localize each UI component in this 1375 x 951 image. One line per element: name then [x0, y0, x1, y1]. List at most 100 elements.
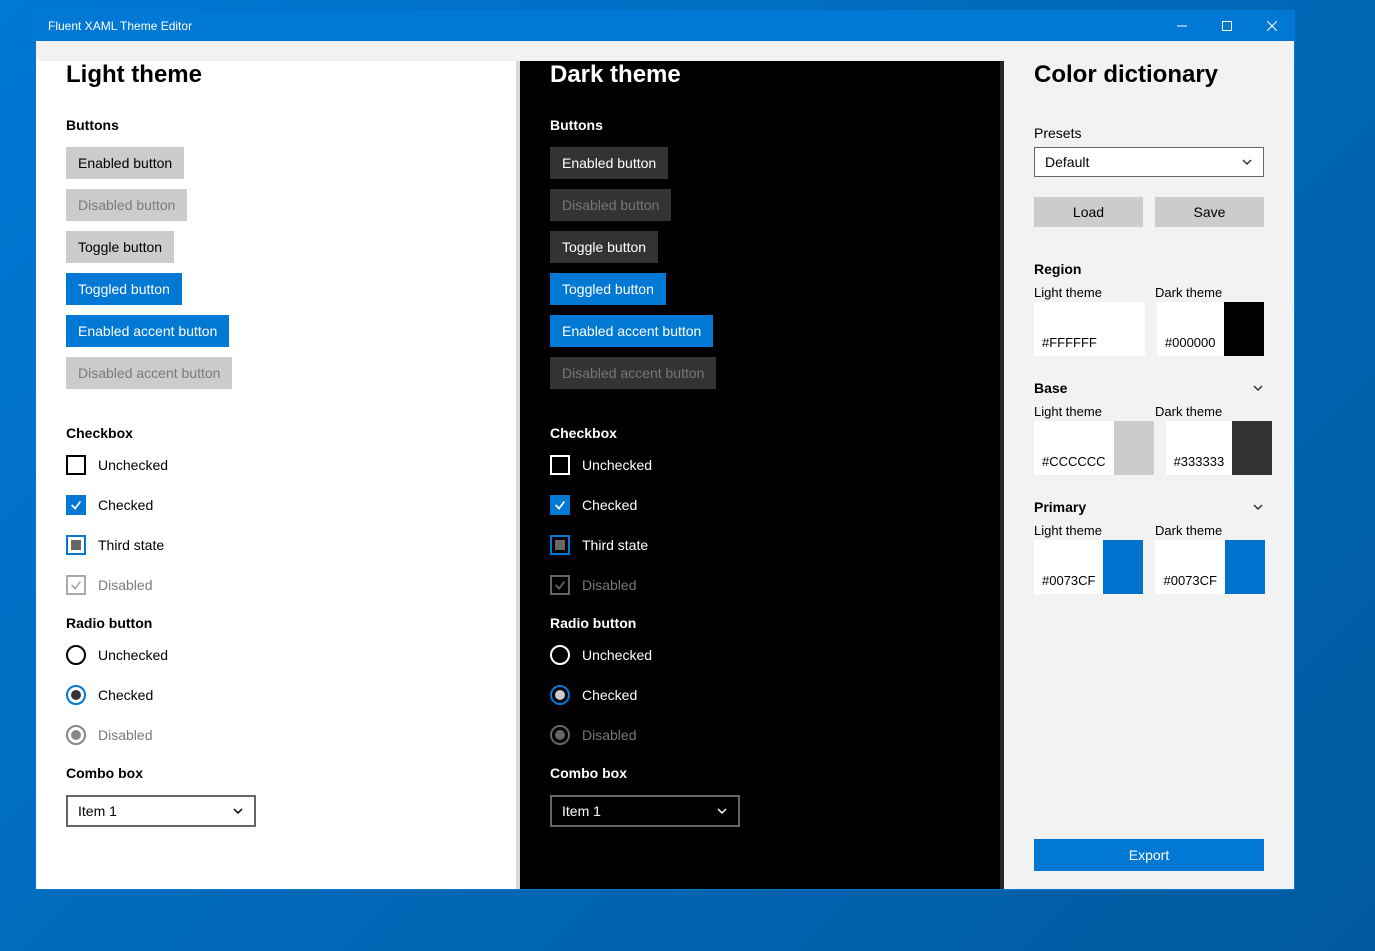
swatch-value: #333333 [1166, 421, 1233, 475]
primary-dark-swatch[interactable]: #0073CF [1155, 540, 1264, 594]
checkbox-checked[interactable] [550, 495, 570, 515]
section-combo: Combo box [66, 765, 490, 781]
light-theme-panel: Light theme Buttons Enabled button Disab… [36, 61, 520, 889]
checkbox-third-state[interactable] [550, 535, 570, 555]
window-title: Fluent XAML Theme Editor [36, 19, 192, 33]
swatch-value: #FFFFFF [1034, 302, 1105, 356]
dark-theme-panel: Dark theme Buttons Enabled button Disabl… [520, 61, 1004, 889]
light-theme-title: Light theme [66, 61, 490, 89]
disabled-accent-button: Disabled accent button [66, 357, 232, 389]
chevron-down-icon [1252, 501, 1264, 513]
checkbox-label: Third state [582, 537, 648, 553]
app-window: Fluent XAML Theme Editor Light theme But… [35, 10, 1295, 890]
dark-theme-label: Dark theme [1155, 404, 1264, 419]
swatch-value: #000000 [1157, 302, 1224, 356]
toggled-button[interactable]: Toggled button [66, 273, 182, 305]
color-dictionary-panel: Color dictionary Presets Default Load Sa… [1004, 61, 1294, 889]
toggle-button[interactable]: Toggle button [66, 231, 174, 263]
section-buttons: Buttons [550, 117, 974, 133]
swatch-color [1225, 540, 1265, 594]
swatch-color [1232, 421, 1272, 475]
combo-box[interactable]: Item 1 [550, 795, 740, 827]
radio-checked[interactable] [66, 685, 86, 705]
save-button[interactable]: Save [1155, 197, 1264, 227]
checkbox-unchecked[interactable] [66, 455, 86, 475]
swatch-value: #0073CF [1034, 540, 1103, 594]
radio-disabled [66, 725, 86, 745]
checkbox-disabled [550, 575, 570, 595]
checkbox-third-state[interactable] [66, 535, 86, 555]
light-theme-label: Light theme [1034, 404, 1143, 419]
base-label: Base [1034, 380, 1067, 396]
checkbox-label: Disabled [98, 577, 152, 593]
export-button[interactable]: Export [1034, 839, 1264, 871]
base-light-swatch[interactable]: #CCCCCC [1034, 421, 1154, 475]
window-controls [1159, 11, 1294, 41]
checkbox-label: Disabled [582, 577, 636, 593]
swatch-value: #0073CF [1155, 540, 1224, 594]
radio-label: Disabled [98, 727, 152, 743]
checkbox-label: Unchecked [582, 457, 652, 473]
radio-disabled [550, 725, 570, 745]
presets-label: Presets [1034, 125, 1264, 141]
swatch-value: #CCCCCC [1034, 421, 1114, 475]
enabled-button[interactable]: Enabled button [66, 147, 184, 179]
checkbox-unchecked[interactable] [550, 455, 570, 475]
base-dark-swatch[interactable]: #333333 [1166, 421, 1273, 475]
combo-box[interactable]: Item 1 [66, 795, 256, 827]
primary-header[interactable]: Primary [1034, 499, 1264, 515]
toggled-button[interactable]: Toggled button [550, 273, 666, 305]
radio-label: Unchecked [582, 647, 652, 663]
region-header: Region [1034, 261, 1264, 277]
radio-unchecked[interactable] [66, 645, 86, 665]
dark-theme-label: Dark theme [1155, 285, 1264, 300]
checkbox-checked[interactable] [66, 495, 86, 515]
checkbox-label: Checked [98, 497, 153, 513]
color-dictionary-title: Color dictionary [1034, 61, 1264, 89]
maximize-icon[interactable] [1204, 11, 1249, 41]
minimize-icon[interactable] [1159, 11, 1204, 41]
swatch-color [1114, 421, 1154, 475]
swatch-color [1103, 540, 1143, 594]
checkbox-label: Unchecked [98, 457, 168, 473]
toggle-button[interactable]: Toggle button [550, 231, 658, 263]
region-light-swatch[interactable]: #FFFFFF [1034, 302, 1145, 356]
primary-label: Primary [1034, 499, 1086, 515]
base-header[interactable]: Base [1034, 380, 1264, 396]
light-theme-label: Light theme [1034, 523, 1143, 538]
chevron-down-icon [716, 805, 728, 817]
section-checkbox: Checkbox [550, 425, 974, 441]
close-icon[interactable] [1249, 11, 1294, 41]
combo-value: Item 1 [562, 803, 601, 819]
enabled-button[interactable]: Enabled button [550, 147, 668, 179]
enabled-accent-button[interactable]: Enabled accent button [66, 315, 229, 347]
combo-value: Item 1 [78, 803, 117, 819]
section-radio: Radio button [66, 615, 490, 631]
radio-label: Checked [98, 687, 153, 703]
radio-label: Unchecked [98, 647, 168, 663]
section-radio: Radio button [550, 615, 974, 631]
swatch-color [1105, 302, 1145, 356]
presets-select[interactable]: Default [1034, 147, 1264, 177]
radio-label: Checked [582, 687, 637, 703]
load-button[interactable]: Load [1034, 197, 1143, 227]
checkbox-disabled [66, 575, 86, 595]
dark-theme-label: Dark theme [1155, 523, 1264, 538]
enabled-accent-button[interactable]: Enabled accent button [550, 315, 713, 347]
section-buttons: Buttons [66, 117, 490, 133]
chevron-down-icon [232, 805, 244, 817]
disabled-button: Disabled button [66, 189, 187, 221]
swatch-color [1224, 302, 1264, 356]
radio-unchecked[interactable] [550, 645, 570, 665]
presets-value: Default [1045, 154, 1089, 170]
region-label: Region [1034, 261, 1081, 277]
primary-light-swatch[interactable]: #0073CF [1034, 540, 1143, 594]
checkbox-label: Third state [98, 537, 164, 553]
radio-checked[interactable] [550, 685, 570, 705]
chevron-down-icon [1252, 382, 1264, 394]
region-dark-swatch[interactable]: #000000 [1157, 302, 1264, 356]
content-area: Light theme Buttons Enabled button Disab… [36, 41, 1294, 889]
section-combo: Combo box [550, 765, 974, 781]
section-checkbox: Checkbox [66, 425, 490, 441]
disabled-button: Disabled button [550, 189, 671, 221]
